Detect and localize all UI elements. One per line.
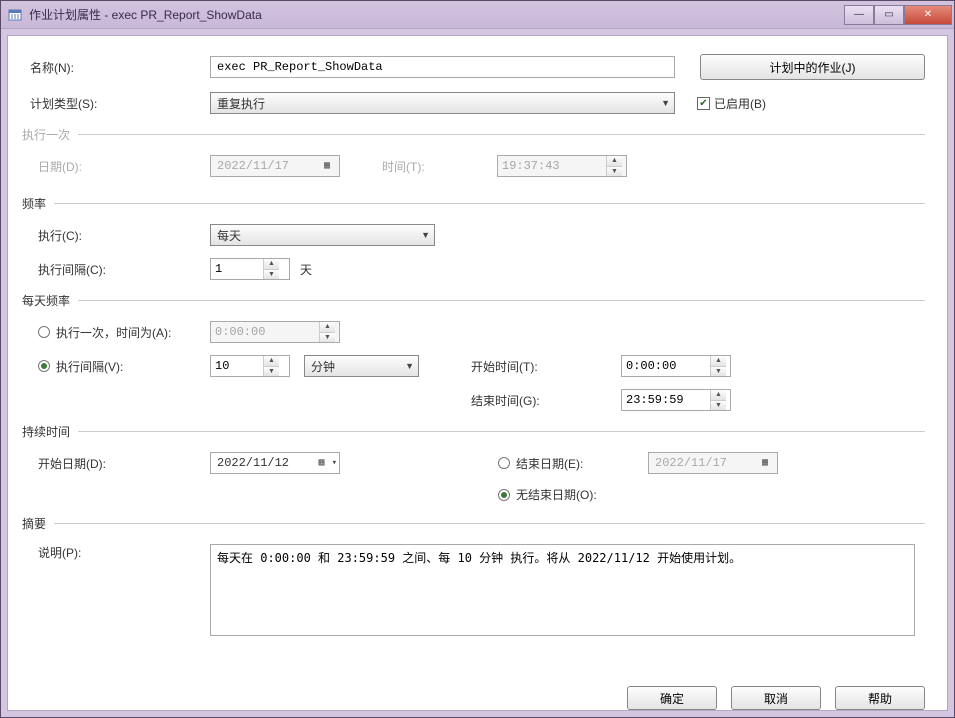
daily-once-time-spinner: ▲▼ <box>210 321 340 343</box>
divider <box>54 203 925 204</box>
radio-icon <box>38 326 50 338</box>
spin-down-icon: ▼ <box>607 167 622 177</box>
freq-interval-value[interactable] <box>211 259 263 279</box>
divider <box>78 300 925 301</box>
daily-end-time-spinner[interactable]: ▲▼ <box>621 389 731 411</box>
summary-desc-textarea[interactable] <box>210 544 915 636</box>
radio-selected-icon <box>498 489 510 501</box>
radio-selected-icon <box>38 360 50 372</box>
freq-interval-unit: 天 <box>300 261 312 278</box>
spin-up-icon[interactable]: ▲ <box>711 356 726 367</box>
maximize-button[interactable]: ▭ <box>874 5 904 25</box>
spin-down-icon[interactable]: ▼ <box>264 367 279 377</box>
ok-button[interactable]: 确定 <box>627 686 717 710</box>
daily-interval-unit-value: 分钟 <box>311 358 335 375</box>
jobs-in-schedule-button[interactable]: 计划中的作业(J) <box>700 54 925 80</box>
enabled-checkbox[interactable]: ✔ 已启用(B) <box>697 95 766 112</box>
freq-exec-label: 执行(C): <box>38 227 210 244</box>
minimize-button[interactable]: — <box>844 5 874 25</box>
dialog-window: 作业计划属性 - exec PR_Report_ShowData — ▭ ✕ 名… <box>0 0 955 718</box>
frequency-group-title: 频率 <box>22 195 46 212</box>
duration-start-value: 2022/11/12 <box>217 456 303 470</box>
once-date-label: 日期(D): <box>38 158 210 175</box>
chevron-down-icon: ▾ <box>332 458 337 468</box>
calendar-icon: ▦ <box>321 160 333 172</box>
titlebar: 作业计划属性 - exec PR_Report_ShowData — ▭ ✕ <box>1 1 954 29</box>
duration-end-radio[interactable]: 结束日期(E): <box>498 455 648 472</box>
daily-start-time-spinner[interactable]: ▲▼ <box>621 355 731 377</box>
duration-end-date-picker: 2022/11/17 ▦ <box>648 452 778 474</box>
chevron-down-icon: ▼ <box>661 98 670 108</box>
duration-start-date-picker[interactable]: 2022/11/12 ▦ ▾ <box>210 452 340 474</box>
daily-group-title: 每天频率 <box>22 292 70 309</box>
duration-group-title: 持续时间 <box>22 423 70 440</box>
divider <box>78 134 925 135</box>
freq-exec-value: 每天 <box>217 227 241 244</box>
daily-start-label: 开始时间(T): <box>471 358 621 375</box>
schedule-type-combo[interactable]: 重复执行 ▼ <box>210 92 675 114</box>
daily-interval-value[interactable] <box>211 356 263 376</box>
freq-interval-spinner[interactable]: ▲▼ <box>210 258 290 280</box>
spin-down-icon[interactable]: ▼ <box>711 401 726 411</box>
calendar-icon: ▦ <box>316 457 328 469</box>
duration-noend-label: 无结束日期(O): <box>516 486 597 503</box>
daily-once-radio[interactable]: 执行一次，时间为(A): <box>38 324 210 341</box>
daily-interval-radio[interactable]: 执行间隔(V): <box>38 358 210 375</box>
daily-interval-unit-combo[interactable]: 分钟 ▼ <box>304 355 419 377</box>
check-icon: ✔ <box>697 97 710 110</box>
summary-desc-label: 说明(P): <box>38 544 210 561</box>
once-time-label: 时间(T): <box>382 158 497 175</box>
name-label: 名称(N): <box>30 59 210 76</box>
spin-up-icon[interactable]: ▲ <box>264 356 279 367</box>
once-time-spinner: ▲▼ <box>497 155 627 177</box>
chevron-down-icon: ▼ <box>405 361 414 371</box>
calendar-icon: ▦ <box>759 457 771 469</box>
summary-group-title: 摘要 <box>22 515 46 532</box>
once-date-picker: 2022/11/17 ▦ <box>210 155 340 177</box>
spin-up-icon: ▲ <box>607 156 622 167</box>
duration-noend-radio[interactable]: 无结束日期(O): <box>498 486 648 503</box>
daily-interval-spinner[interactable]: ▲▼ <box>210 355 290 377</box>
daily-once-time-value <box>211 322 319 342</box>
daily-start-time-value[interactable] <box>622 356 710 376</box>
dialog-content: 名称(N): 计划中的作业(J) 计划类型(S): 重复执行 ▼ ✔ 已启用(B… <box>7 35 948 711</box>
duration-end-label: 结束日期(E): <box>516 455 583 472</box>
divider <box>78 431 925 432</box>
daily-end-label: 结束时间(G): <box>471 392 621 409</box>
spin-down-icon: ▼ <box>320 333 335 343</box>
duration-end-value: 2022/11/17 <box>655 456 741 470</box>
window-controls: — ▭ ✕ <box>844 5 952 25</box>
once-date-value: 2022/11/17 <box>217 159 303 173</box>
spin-down-icon[interactable]: ▼ <box>711 367 726 377</box>
name-input[interactable] <box>210 56 675 78</box>
cancel-button[interactable]: 取消 <box>731 686 821 710</box>
close-button[interactable]: ✕ <box>904 5 952 25</box>
help-button[interactable]: 帮助 <box>835 686 925 710</box>
schedule-type-value: 重复执行 <box>217 95 265 112</box>
spin-down-icon[interactable]: ▼ <box>264 270 279 280</box>
divider <box>54 523 925 524</box>
daily-end-time-value[interactable] <box>622 390 710 410</box>
schedule-icon <box>7 7 23 23</box>
window-title: 作业计划属性 - exec PR_Report_ShowData <box>29 6 844 23</box>
daily-interval-label: 执行间隔(V): <box>56 358 123 375</box>
schedule-type-label: 计划类型(S): <box>30 95 210 112</box>
footer-buttons: 确定 取消 帮助 <box>627 686 925 710</box>
daily-once-label: 执行一次，时间为(A): <box>56 324 171 341</box>
spin-up-icon[interactable]: ▲ <box>264 259 279 270</box>
freq-interval-label: 执行间隔(C): <box>38 261 210 278</box>
once-group-title: 执行一次 <box>22 126 70 143</box>
spin-up-icon[interactable]: ▲ <box>711 390 726 401</box>
enabled-label: 已启用(B) <box>714 95 766 112</box>
freq-exec-combo[interactable]: 每天 ▼ <box>210 224 435 246</box>
once-time-value <box>498 156 606 176</box>
duration-start-label: 开始日期(D): <box>38 455 210 472</box>
chevron-down-icon: ▼ <box>421 230 430 240</box>
spin-up-icon: ▲ <box>320 322 335 333</box>
radio-icon <box>498 457 510 469</box>
